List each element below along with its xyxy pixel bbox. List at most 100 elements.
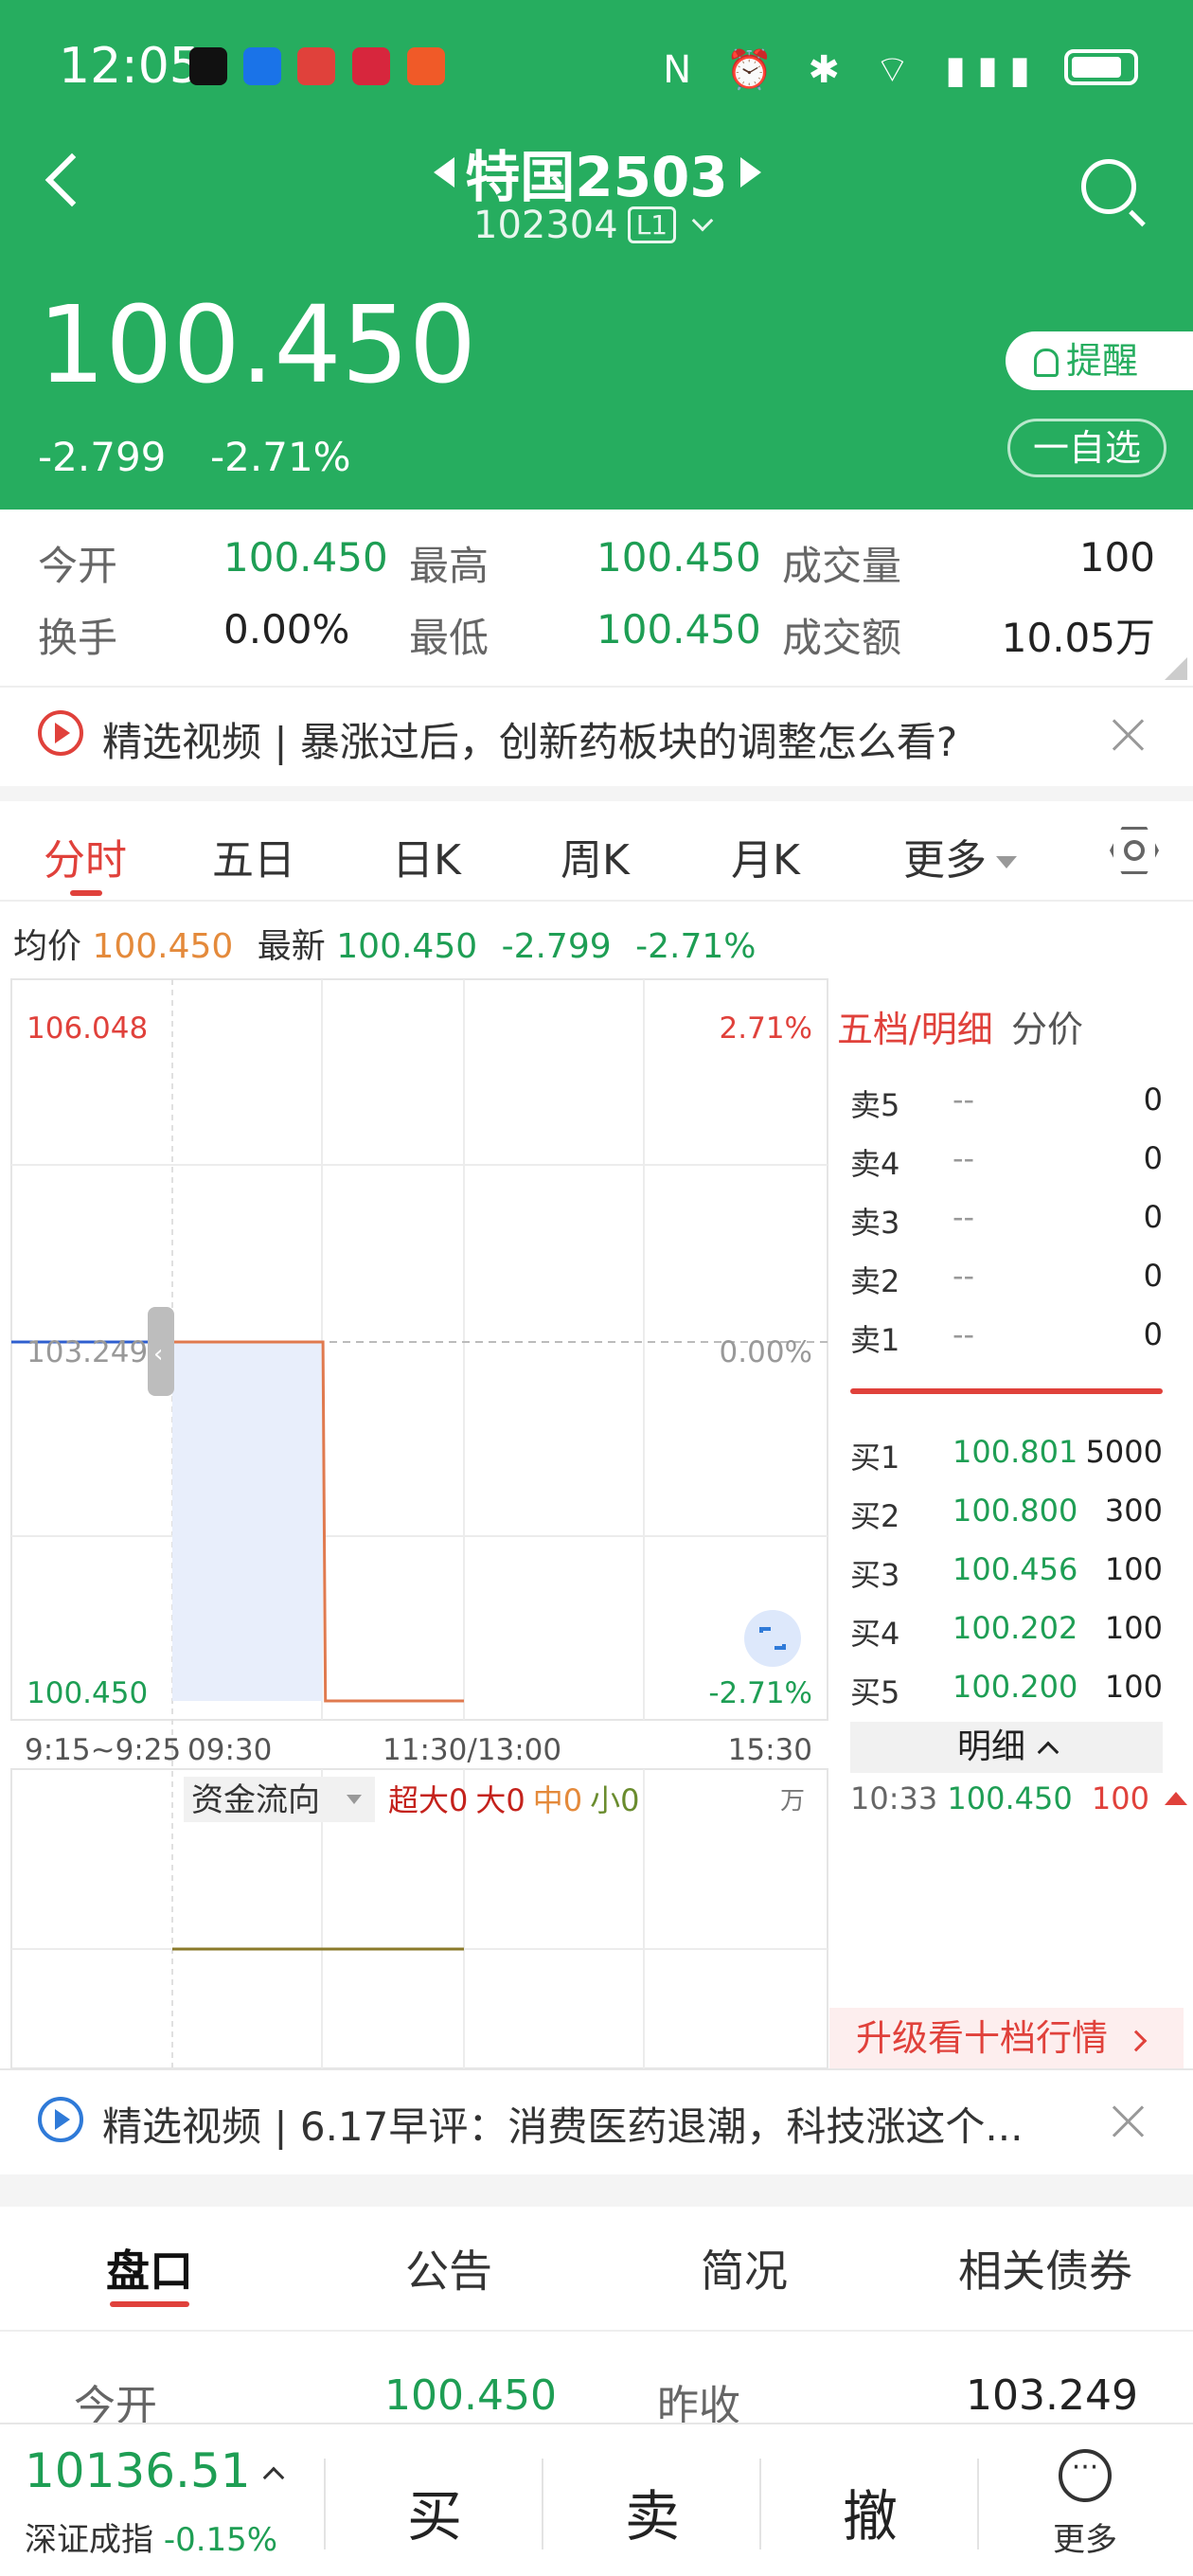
more-icon[interactable]: ··· bbox=[1059, 2449, 1112, 2502]
panel-open-value: 100.450 bbox=[384, 2371, 557, 2420]
divider bbox=[0, 2174, 1193, 2207]
tab-weekly-k[interactable]: 周K bbox=[561, 826, 630, 886]
search-icon[interactable] bbox=[1081, 159, 1136, 214]
index-value: 10136.51 bbox=[25, 2443, 251, 2498]
avg-price-line: 均价 100.450 最新 100.450 -2.799 -2.71% bbox=[13, 919, 756, 968]
high-label: 最高 bbox=[409, 543, 490, 589]
price-change-pct: -2.71% bbox=[210, 434, 351, 480]
x-tick-2: 11:30/13:00 bbox=[383, 1733, 561, 1767]
y-tick-top: 106.048 bbox=[27, 1011, 148, 1046]
bid-row-4: 买4 100.202 100 bbox=[850, 1610, 1163, 1652]
close-icon[interactable] bbox=[1112, 2104, 1146, 2138]
divider bbox=[759, 2459, 761, 2549]
price-change: -2.799 bbox=[38, 434, 167, 480]
avg-value: 100.450 bbox=[92, 927, 234, 966]
turnover-label: 换手 bbox=[38, 615, 118, 661]
turnover-value: 0.00% bbox=[223, 606, 350, 653]
chart-grid bbox=[10, 978, 828, 2068]
next-stock-icon[interactable] bbox=[740, 157, 761, 188]
amount-label: 成交额 bbox=[782, 615, 902, 661]
bid-row-1: 买1 100.801 5000 bbox=[850, 1434, 1163, 1476]
upgrade-label: 升级看十档行情 bbox=[856, 2017, 1109, 2059]
stock-code: 102304 bbox=[473, 204, 618, 247]
tick-price: 100.450 bbox=[947, 1780, 1073, 1816]
notif-app-icon bbox=[189, 47, 227, 85]
stock-detail-screen: { "status": { "time": "12:05" }, "header… bbox=[0, 0, 1193, 2576]
tab-profile[interactable]: 简况 bbox=[701, 2237, 788, 2299]
tab-announcements[interactable]: 公告 bbox=[405, 2237, 492, 2299]
status-time: 12:05 bbox=[59, 38, 201, 95]
remind-label: 提醒 bbox=[1066, 340, 1139, 382]
high-value: 100.450 bbox=[596, 534, 761, 581]
tab-more-label: 更多 bbox=[903, 836, 987, 885]
fund-flow-unit: 万 bbox=[780, 1787, 805, 1816]
chevron-down-icon bbox=[691, 209, 714, 232]
latest-change: -2.799 bbox=[501, 927, 612, 966]
index-ticker[interactable]: 10136.51 bbox=[25, 2443, 284, 2498]
video-banner-1[interactable]: 精选视频 | 暴涨过后，创新药板块的调整怎么看? bbox=[0, 688, 1193, 782]
tab-intraday[interactable]: 分时 bbox=[44, 826, 127, 886]
chart-marks bbox=[11, 1340, 464, 1703]
y-tick-bottom: 100.450 bbox=[27, 1676, 148, 1710]
index-name-line: 深证成指 -0.15% bbox=[25, 2513, 277, 2560]
orderbook-divider bbox=[850, 1388, 1163, 1394]
detail-label: 明细 bbox=[956, 1727, 1025, 1766]
settings-icon-center bbox=[1124, 840, 1145, 861]
buy-button[interactable]: 买 bbox=[407, 2472, 462, 2551]
cancel-order-button[interactable]: 撤 bbox=[843, 2472, 898, 2551]
fund-flow-title: 资金流向 bbox=[191, 1781, 320, 1819]
chart-tabs: 分时 五日 日K 周K 月K 更多 bbox=[0, 803, 1193, 902]
stock-code-selector[interactable]: 102304 L1 bbox=[473, 204, 714, 247]
ask-row-1: 卖1 -- 0 bbox=[850, 1316, 1163, 1358]
remind-button[interactable]: 提醒 bbox=[1006, 331, 1193, 390]
bid-row-5: 买5 100.200 100 bbox=[850, 1669, 1163, 1710]
expand-corner-icon[interactable] bbox=[1165, 657, 1187, 680]
back-icon[interactable] bbox=[45, 152, 99, 207]
tab-more[interactable]: 更多 bbox=[903, 826, 1017, 886]
more-label[interactable]: 更多 bbox=[1053, 2513, 1117, 2560]
tab-daily-k[interactable]: 日K bbox=[392, 826, 461, 886]
notif-app-icon bbox=[243, 47, 281, 85]
trade-tick-row: 10:33 100.450 100 bbox=[850, 1780, 1187, 1816]
pct-tick-bottom: -2.71% bbox=[708, 1676, 812, 1710]
active-tab-underline bbox=[70, 890, 102, 896]
divider bbox=[0, 786, 1193, 801]
divider bbox=[542, 2459, 543, 2549]
open-label: 今开 bbox=[38, 543, 118, 589]
intraday-chart[interactable]: 106.048 103.249 100.450 2.71% 0.00% -2.7… bbox=[0, 966, 829, 2068]
tab-orderbook[interactable]: 五档/明细 bbox=[837, 1000, 993, 1052]
tab-related-bonds[interactable]: 相关债券 bbox=[958, 2237, 1132, 2299]
bid-row-3: 买3 100.456 100 bbox=[850, 1551, 1163, 1593]
divider bbox=[324, 2459, 326, 2549]
video-banner-2[interactable]: 精选视频 | 6.17早评：消费医药退潮，科技涨这个... bbox=[0, 2070, 1193, 2174]
y-tick-mid: 103.249 bbox=[27, 1335, 148, 1369]
index-change: -0.15% bbox=[163, 2521, 278, 2559]
header: 12:05 N ⏰ ✱ ⌔ ▮▮▮ 特国2503 102304 L1 100.45… bbox=[0, 0, 1193, 510]
avg-label: 均价 bbox=[13, 927, 82, 966]
detail-toggle[interactable]: 明细 bbox=[850, 1722, 1163, 1773]
stock-title: 特国2503 bbox=[465, 145, 728, 209]
ask-row-5: 卖5 -- 0 bbox=[850, 1082, 1163, 1123]
level-badge: L1 bbox=[627, 206, 677, 243]
volume-label: 成交量 bbox=[782, 543, 902, 589]
tick-time: 10:33 bbox=[850, 1780, 938, 1816]
bid-row-2: 买2 100.800 300 bbox=[850, 1493, 1163, 1534]
tab-panel[interactable]: 盘口 bbox=[106, 2237, 193, 2299]
tab-five-day[interactable]: 五日 bbox=[212, 826, 295, 886]
tab-monthly-k[interactable]: 月K bbox=[731, 826, 800, 886]
tab-price-distribution[interactable]: 分价 bbox=[1011, 1000, 1083, 1052]
notif-app-icon bbox=[297, 47, 335, 85]
fullscreen-icon[interactable] bbox=[744, 1610, 801, 1667]
bell-icon bbox=[1034, 349, 1059, 377]
low-label: 最低 bbox=[409, 615, 490, 661]
pct-tick-mid: 0.00% bbox=[720, 1335, 812, 1369]
watchlist-button[interactable]: 一自选 bbox=[1007, 419, 1166, 477]
volume-value: 100 bbox=[1078, 534, 1155, 581]
sell-button[interactable]: 卖 bbox=[625, 2472, 680, 2551]
low-value: 100.450 bbox=[596, 606, 761, 653]
active-tab-underline bbox=[110, 2301, 189, 2307]
upgrade-level2-button[interactable]: 升级看十档行情 bbox=[829, 2008, 1184, 2068]
quote-stats: 今开 100.450 最高 100.450 成交量 100 换手 0.00% 最… bbox=[0, 510, 1193, 686]
x-tick-0: 9:15~9:25 bbox=[25, 1733, 181, 1767]
close-icon[interactable] bbox=[1112, 718, 1146, 752]
